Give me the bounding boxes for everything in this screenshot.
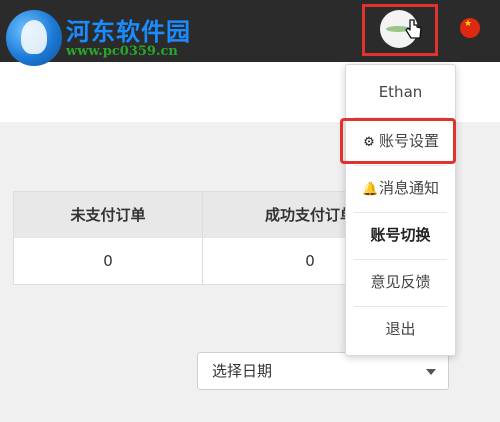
stats-header-unpaid: 未支付订单 (70, 206, 146, 224)
date-select-label: 选择日期 (212, 362, 273, 380)
bell-icon: 🔔 (361, 182, 379, 197)
user-dropdown-menu: Ethan ⚙ 账号设置 🔔消息通知 账号切换 意见反馈 退出 (345, 64, 456, 356)
date-select[interactable]: 选择日期 (197, 352, 449, 390)
watermark-logo-mark (21, 20, 47, 54)
avatar-highlight-box (362, 4, 438, 56)
account-settings-highlight-box (340, 118, 456, 164)
china-flag-icon[interactable]: ★ (460, 18, 480, 38)
menu-item-switch-account[interactable]: 账号切换 (346, 212, 455, 259)
watermark-logo-icon (6, 10, 62, 66)
stats-divider (202, 192, 203, 284)
menu-item-notifications[interactable]: 🔔消息通知 (346, 165, 455, 212)
watermark-title: 河东软件园 (66, 17, 191, 46)
menu-item-feedback[interactable]: 意见反馈 (346, 259, 455, 306)
menu-item-logout[interactable]: 退出 (346, 306, 455, 353)
flag-star-icon: ★ (464, 19, 473, 29)
menu-username: Ethan (378, 83, 423, 101)
watermark-url: www.pc0359.cn (66, 44, 178, 59)
menu-item-label: 消息通知 (378, 179, 439, 197)
chevron-down-icon (426, 369, 436, 375)
stats-value-unpaid: 0 (103, 252, 113, 270)
